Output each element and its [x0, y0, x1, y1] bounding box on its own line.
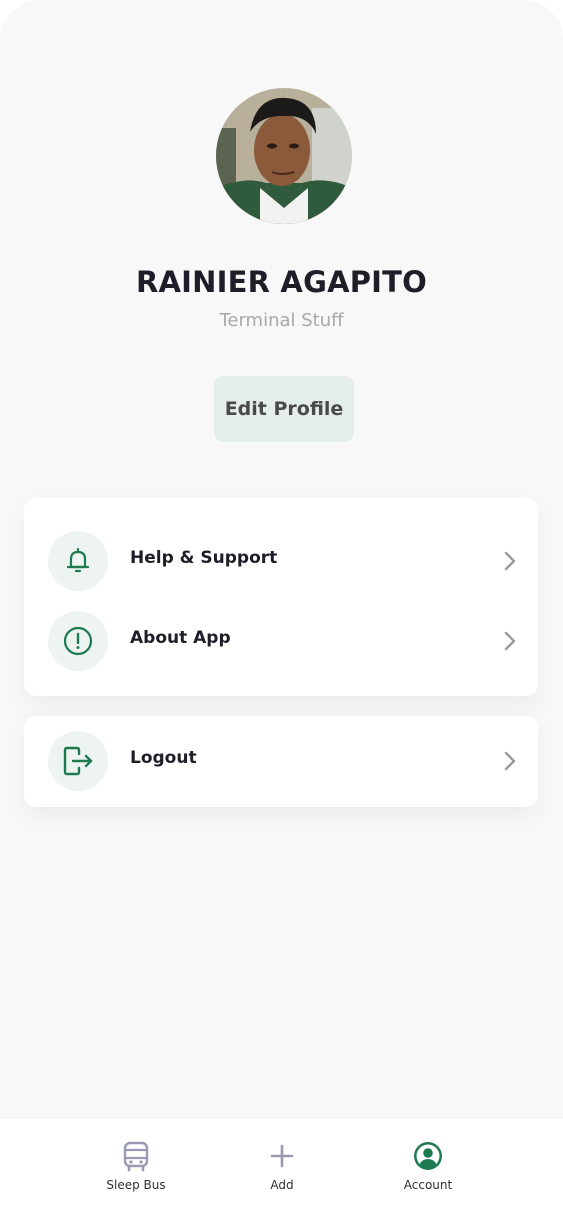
bell-icon [66, 547, 90, 573]
profile-role: Terminal Stuff [219, 310, 344, 331]
menu-icon-background [48, 611, 108, 671]
menu-label: About App [130, 628, 231, 648]
account-screen: RAINIER AGAPITO Terminal Stuff Edit Prof… [0, 0, 563, 1218]
nav-label: Add [270, 1178, 294, 1192]
profile-name: RAINIER AGAPITO [135, 265, 428, 299]
avatar-photo [216, 88, 352, 224]
chevron-right-icon [504, 751, 516, 771]
menu-label: Logout [130, 748, 197, 768]
bottom-nav: Sleep Bus Add Account [0, 1117, 563, 1218]
info-icon [63, 626, 93, 656]
chevron-right-icon [504, 551, 516, 571]
nav-item-add[interactable]: Add [227, 1136, 337, 1206]
bus-icon [123, 1141, 149, 1172]
edit-profile-button[interactable]: Edit Profile [214, 376, 354, 442]
plus-icon [270, 1144, 294, 1168]
settings-card: Help & Support About App [24, 498, 538, 696]
logout-icon [63, 746, 93, 776]
nav-item-sleep-bus[interactable]: Sleep Bus [81, 1136, 191, 1206]
menu-item-logout[interactable]: Logout [24, 730, 538, 792]
nav-label: Account [403, 1178, 453, 1192]
chevron-right-icon [504, 631, 516, 651]
avatar[interactable] [216, 88, 352, 224]
nav-label: Sleep Bus [106, 1178, 166, 1192]
menu-item-about-app[interactable]: About App [24, 610, 538, 672]
logout-card: Logout [24, 716, 538, 807]
menu-icon-background [48, 731, 108, 791]
menu-label: Help & Support [130, 548, 278, 568]
nav-item-account[interactable]: Account [373, 1136, 483, 1206]
menu-icon-background [48, 531, 108, 591]
menu-item-help-support[interactable]: Help & Support [24, 530, 538, 592]
account-icon [414, 1142, 442, 1170]
